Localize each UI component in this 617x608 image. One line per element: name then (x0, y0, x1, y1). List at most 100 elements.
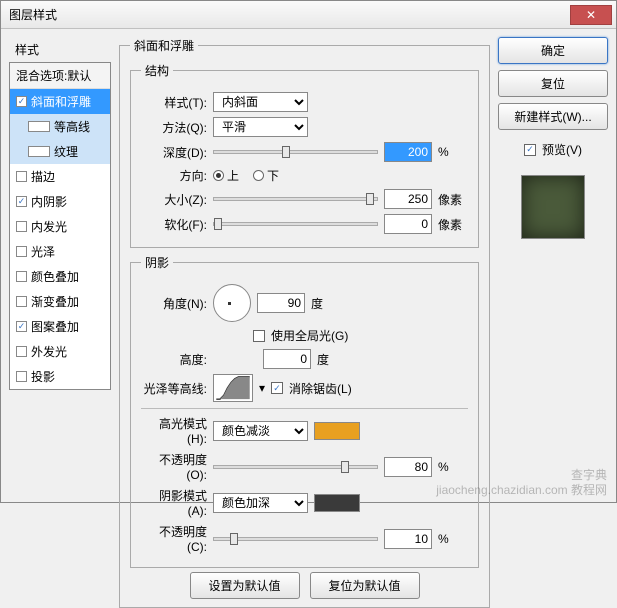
radio-icon (253, 170, 264, 181)
blend-options-item[interactable]: 混合选项:默认 (10, 63, 110, 89)
size-unit: 像素 (438, 191, 468, 208)
settings-panel: 斜面和浮雕 结构 样式(T): 内斜面 方法(Q): 平滑 深度(D): (119, 37, 490, 494)
angle-input[interactable] (257, 293, 305, 313)
chevron-down-icon[interactable]: ▾ (259, 381, 265, 395)
highlight-opacity-slider[interactable] (213, 465, 378, 469)
style-checkbox[interactable] (28, 121, 50, 132)
altitude-label: 高度: (141, 351, 207, 368)
ok-button[interactable]: 确定 (498, 37, 608, 64)
shadow-opacity-slider[interactable] (213, 537, 378, 541)
style-item-label: 等高线 (54, 118, 90, 135)
soften-slider[interactable] (213, 222, 378, 226)
highlight-opacity-unit: % (438, 460, 468, 474)
slider-thumb[interactable] (230, 533, 238, 545)
style-item-label: 外发光 (31, 343, 67, 360)
style-item[interactable]: 渐变叠加 (10, 289, 110, 314)
style-checkbox[interactable]: ✓ (16, 96, 27, 107)
shadow-opacity-label: 不透明度(C): (141, 523, 207, 554)
style-item[interactable]: 颜色叠加 (10, 264, 110, 289)
layer-style-dialog: 图层样式 ✕ 样式 混合选项:默认 ✓斜面和浮雕等高线纹理描边✓内阴影内发光光泽… (0, 0, 617, 503)
style-item[interactable]: 光泽 (10, 239, 110, 264)
shadow-opacity-unit: % (438, 532, 468, 546)
global-light-checkbox[interactable] (253, 330, 265, 342)
style-checkbox[interactable] (28, 146, 50, 157)
slider-thumb[interactable] (366, 193, 374, 205)
direction-down-radio[interactable]: 下 (253, 167, 279, 184)
angle-control[interactable] (213, 284, 251, 322)
window-title: 图层样式 (5, 6, 570, 23)
style-item-label: 描边 (31, 168, 55, 185)
style-item[interactable]: 等高线 (10, 114, 110, 139)
style-item[interactable]: 纹理 (10, 139, 110, 164)
highlight-mode-select[interactable]: 颜色减淡 (213, 421, 308, 441)
style-item[interactable]: 外发光 (10, 339, 110, 364)
altitude-input[interactable] (263, 349, 311, 369)
angle-label: 角度(N): (141, 295, 207, 312)
close-button[interactable]: ✕ (570, 5, 612, 25)
style-item-label: 光泽 (31, 243, 55, 260)
style-item-label: 内阴影 (31, 193, 67, 210)
style-item[interactable]: 投影 (10, 364, 110, 389)
style-item[interactable]: ✓图案叠加 (10, 314, 110, 339)
antialias-checkbox[interactable]: ✓ (271, 382, 283, 394)
style-item[interactable]: ✓ 斜面和浮雕 (10, 89, 110, 114)
shading-group: 阴影 角度(N): 度 使用全局光(G) 高度: (130, 254, 479, 568)
style-checkbox[interactable] (16, 271, 27, 282)
structure-group: 结构 样式(T): 内斜面 方法(Q): 平滑 深度(D): % (130, 62, 479, 248)
style-item[interactable]: ✓ 内阴影 (10, 189, 110, 214)
style-item-label: 颜色叠加 (31, 268, 79, 285)
depth-slider[interactable] (213, 150, 378, 154)
bevel-group: 斜面和浮雕 结构 样式(T): 内斜面 方法(Q): 平滑 深度(D): (119, 37, 490, 608)
technique-label: 方法(Q): (141, 119, 207, 136)
slider-thumb[interactable] (282, 146, 290, 158)
close-icon: ✕ (586, 8, 596, 22)
new-style-button[interactable]: 新建样式(W)... (498, 103, 608, 130)
style-item-label: 纹理 (54, 143, 78, 160)
gloss-contour-picker[interactable] (213, 374, 253, 402)
style-checkbox[interactable]: ✓ (16, 196, 27, 207)
soften-unit: 像素 (438, 216, 468, 233)
style-checkbox[interactable] (16, 246, 27, 257)
slider-thumb[interactable] (341, 461, 349, 473)
size-slider[interactable] (213, 197, 378, 201)
style-panel: 样式 混合选项:默认 ✓斜面和浮雕等高线纹理描边✓内阴影内发光光泽颜色叠加渐变叠… (9, 37, 111, 494)
altitude-unit: 度 (317, 351, 347, 368)
highlight-color-swatch[interactable] (314, 422, 360, 440)
set-default-button[interactable]: 设置为默认值 (190, 572, 300, 599)
depth-unit: % (438, 145, 468, 159)
preview-label: 预览(V) (542, 141, 582, 158)
direction-label: 方向: (141, 167, 207, 184)
soften-input[interactable] (384, 214, 432, 234)
style-item[interactable]: 内发光 (10, 214, 110, 239)
highlight-opacity-input[interactable] (384, 457, 432, 477)
style-checkbox[interactable] (16, 171, 27, 182)
style-checkbox[interactable] (16, 371, 27, 382)
shadow-opacity-input[interactable] (384, 529, 432, 549)
structure-label: 结构 (141, 62, 173, 79)
styles-list: 混合选项:默认 ✓ 斜面和浮雕等高线纹理描边 ✓ 内阴影内发光光泽颜色叠加渐变叠加✓图… (9, 62, 111, 390)
size-input[interactable] (384, 189, 432, 209)
technique-select[interactable]: 平滑 (213, 117, 308, 137)
style-checkbox[interactable] (16, 346, 27, 357)
depth-label: 深度(D): (141, 144, 207, 161)
angle-unit: 度 (311, 295, 341, 312)
cancel-button[interactable]: 复位 (498, 70, 608, 97)
global-light-label: 使用全局光(G) (271, 327, 348, 344)
style-select[interactable]: 内斜面 (213, 92, 308, 112)
radio-icon (213, 170, 224, 181)
style-checkbox[interactable] (16, 221, 27, 232)
bevel-title: 斜面和浮雕 (130, 37, 198, 54)
highlight-opacity-label: 不透明度(O): (141, 451, 207, 482)
gloss-contour-label: 光泽等高线: (141, 380, 207, 397)
style-checkbox[interactable] (16, 296, 27, 307)
style-item-label: 内发光 (31, 218, 67, 235)
slider-thumb[interactable] (214, 218, 222, 230)
reset-default-button[interactable]: 复位为默认值 (310, 572, 420, 599)
direction-up-radio[interactable]: 上 (213, 167, 239, 184)
preview-checkbox[interactable]: ✓ (524, 144, 536, 156)
depth-input[interactable] (384, 142, 432, 162)
highlight-mode-label: 高光模式(H): (141, 415, 207, 446)
style-item-label: 斜面和浮雕 (31, 93, 91, 110)
style-item[interactable]: 描边 (10, 164, 110, 189)
style-checkbox[interactable]: ✓ (16, 321, 27, 332)
